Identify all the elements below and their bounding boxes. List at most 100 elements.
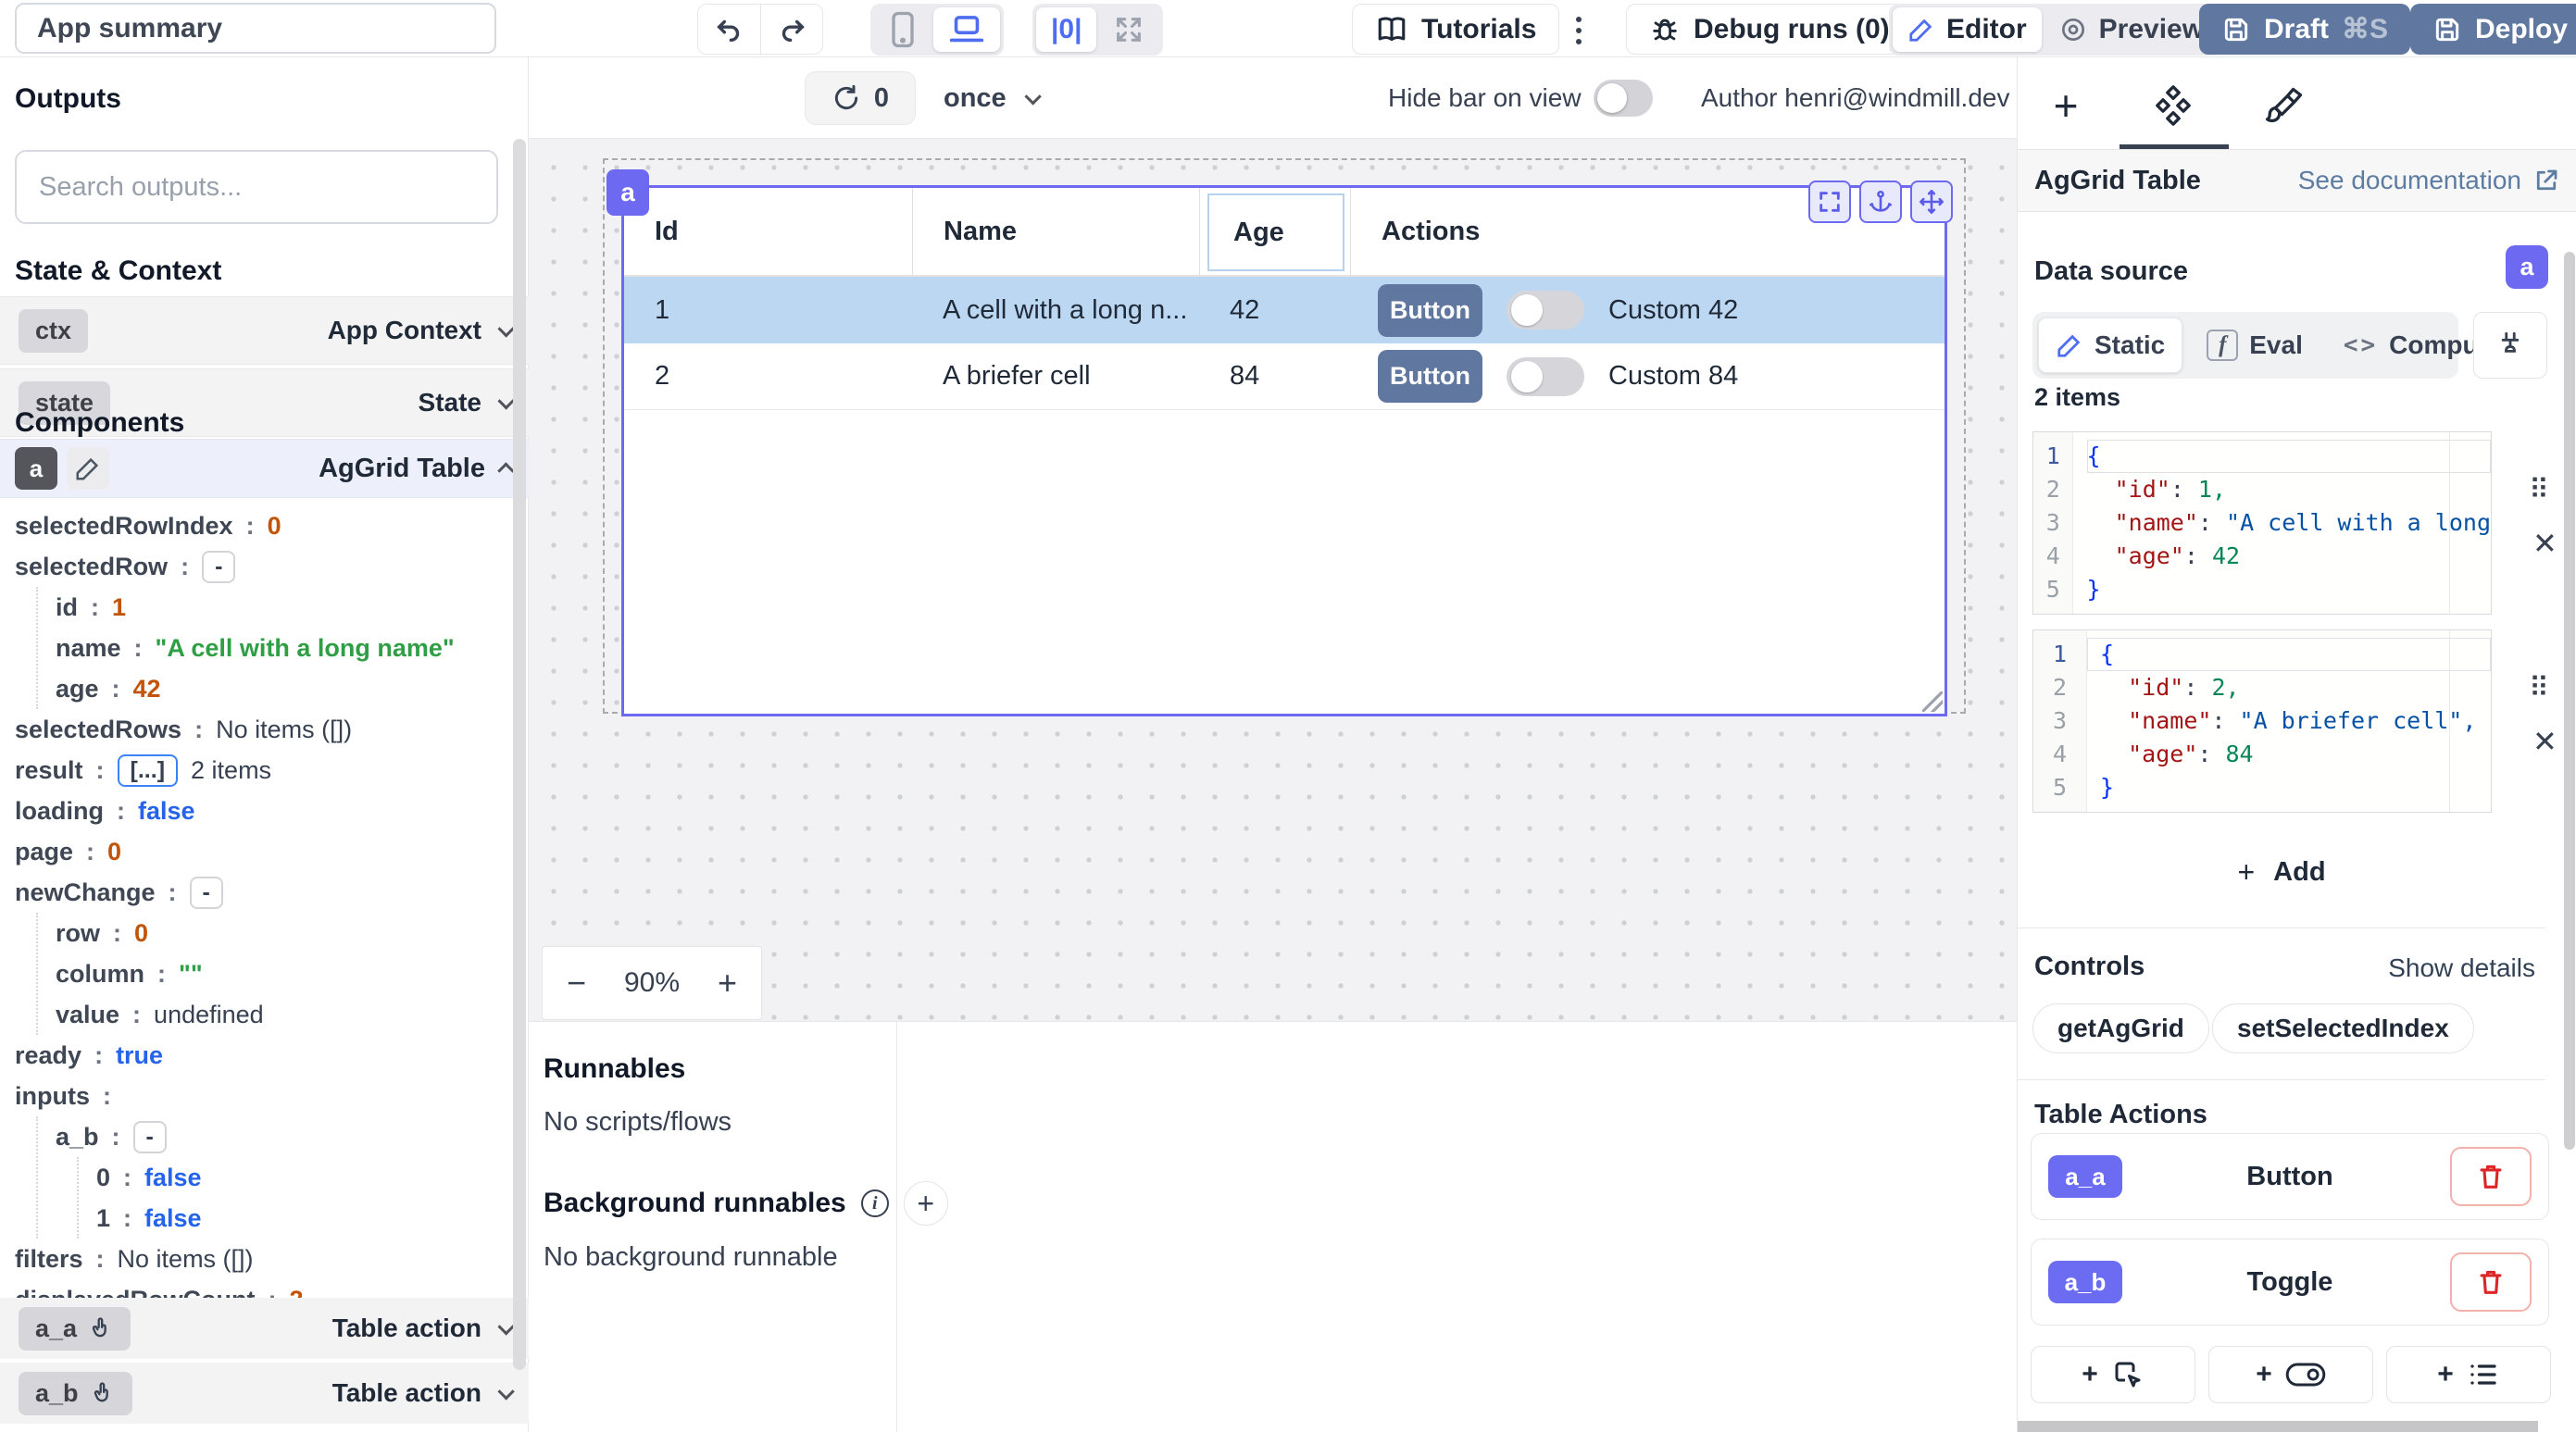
- data-source-mode-select: Static f Eval <> Compute: [2032, 312, 2458, 379]
- undo-button[interactable]: [697, 4, 760, 55]
- expand-value-box[interactable]: -: [133, 1121, 167, 1153]
- row-action-button[interactable]: Button: [1378, 350, 1482, 403]
- connect-data-source-button[interactable]: [2473, 312, 2547, 379]
- deploy-button[interactable]: Deploy: [2410, 4, 2576, 55]
- desktop-view-button[interactable]: [933, 7, 1000, 52]
- show-details-button[interactable]: Show details: [2388, 953, 2535, 983]
- schedule-value: once: [944, 83, 1007, 114]
- chevron-up-icon[interactable]: [497, 462, 514, 479]
- tree-row[interactable]: 1false: [0, 1198, 529, 1239]
- fullscreen-layout-button[interactable]: [1098, 7, 1159, 52]
- sidebar-scrollbar[interactable]: [513, 139, 526, 1370]
- expand-value-box[interactable]: -: [190, 877, 223, 909]
- vertical-scrollbar[interactable]: [2564, 252, 2575, 1150]
- canvas-grid[interactable]: a Id Name Actions Age 1 A: [529, 139, 2017, 1021]
- tree-row[interactable]: valueundefined: [0, 994, 529, 1035]
- mode-static[interactable]: Static: [2038, 318, 2182, 373]
- column-header[interactable]: Id: [624, 188, 912, 275]
- table-action-output-row[interactable]: a_a Table action: [0, 1298, 529, 1359]
- component-id-badge[interactable]: a: [15, 447, 57, 490]
- control-pill[interactable]: getAgGrid: [2032, 1003, 2209, 1053]
- row-toggle[interactable]: [1507, 291, 1584, 330]
- chevron-down-icon[interactable]: [497, 1383, 514, 1400]
- debug-runs-button[interactable]: Debug runs (0): [1626, 4, 1913, 55]
- horizontal-scrollbar[interactable]: [2018, 1421, 2538, 1432]
- delete-action-button[interactable]: [2450, 1147, 2532, 1206]
- editor-tab[interactable]: Editor: [1893, 7, 2042, 52]
- tree-row[interactable]: column"": [0, 953, 529, 994]
- close-icon[interactable]: ✕: [2532, 526, 2557, 561]
- tree-row[interactable]: row0: [0, 913, 529, 953]
- schedule-select[interactable]: once: [944, 71, 1037, 125]
- tree-row[interactable]: result[...]2 items: [0, 750, 529, 791]
- add-toggle-action-button[interactable]: [2208, 1346, 2373, 1403]
- info-icon[interactable]: i: [861, 1189, 889, 1217]
- add-item-button[interactable]: + Add: [2018, 850, 2545, 894]
- tab-component-settings[interactable]: [2151, 83, 2195, 128]
- add-button-action-button[interactable]: [2031, 1346, 2195, 1403]
- delete-action-button[interactable]: [2450, 1252, 2532, 1312]
- tutorials-button[interactable]: Tutorials: [1352, 4, 1559, 55]
- move-component-button[interactable]: [1910, 181, 1953, 223]
- ctx-row[interactable]: ctx App Context: [0, 296, 529, 365]
- search-outputs-input[interactable]: [15, 150, 498, 224]
- draft-button[interactable]: Draft ⌘S: [2199, 4, 2410, 55]
- selected-column-header[interactable]: Age: [1207, 193, 1344, 271]
- center-layout-button[interactable]: |0|: [1036, 7, 1096, 52]
- tab-styling[interactable]: [2262, 83, 2307, 128]
- resize-handle[interactable]: [1922, 691, 1943, 712]
- tree-row[interactable]: readytrue: [0, 1035, 529, 1076]
- add-select-action-button[interactable]: [2386, 1346, 2551, 1403]
- tree-row[interactable]: inputs: [0, 1076, 529, 1116]
- table-action-output-row[interactable]: a_b Table action: [0, 1363, 529, 1424]
- table-row[interactable]: 1 A cell with a long n... 42 Button Cust…: [624, 277, 1945, 343]
- app-summary-input[interactable]: [15, 3, 496, 54]
- tree-row[interactable]: a_b-: [0, 1116, 529, 1157]
- control-pill[interactable]: setSelectedIndex: [2212, 1003, 2474, 1053]
- rename-component-button[interactable]: [67, 447, 109, 490]
- tree-row[interactable]: id1: [0, 587, 529, 628]
- tree-row[interactable]: loadingfalse: [0, 791, 529, 831]
- tree-row[interactable]: selectedRowIndex0: [0, 505, 529, 546]
- tree-row[interactable]: newChange-: [0, 872, 529, 913]
- tree-row[interactable]: selectedRow-: [0, 546, 529, 587]
- drag-handle-icon[interactable]: ⠿: [2529, 474, 2547, 506]
- tab-insert-component[interactable]: +: [2044, 83, 2088, 128]
- expand-component-button[interactable]: [1808, 181, 1851, 223]
- refresh-button[interactable]: 0: [805, 71, 916, 125]
- tree-row[interactable]: filtersNo items ([]): [0, 1239, 529, 1279]
- table-action-card[interactable]: a_a Button: [2031, 1133, 2549, 1220]
- expand-value-box[interactable]: -: [202, 551, 235, 583]
- mode-eval[interactable]: f Eval: [2190, 318, 2320, 373]
- mobile-view-button[interactable]: [874, 7, 932, 52]
- redo-button[interactable]: [760, 4, 823, 55]
- section-divider: [2018, 1079, 2545, 1080]
- tree-row[interactable]: selectedRowsNo items ([]): [0, 709, 529, 750]
- json-editor[interactable]: 12345 { "id"1, "name""A cell with a long…: [2032, 431, 2492, 615]
- tree-row[interactable]: 0false: [0, 1157, 529, 1198]
- column-header[interactable]: Name: [912, 188, 1199, 275]
- zoom-in-button[interactable]: +: [718, 964, 737, 1002]
- see-documentation-link[interactable]: See documentation: [2298, 166, 2560, 195]
- preview-tab[interactable]: Preview: [2044, 7, 2219, 52]
- anchor-component-button[interactable]: [1859, 181, 1902, 223]
- drag-handle-icon[interactable]: ⠿: [2529, 672, 2547, 704]
- row-action-button[interactable]: Button: [1378, 284, 1482, 337]
- tree-row[interactable]: name"A cell with a long name": [0, 628, 529, 668]
- table-action-card[interactable]: a_b Toggle: [2031, 1239, 2549, 1326]
- expand-array-box[interactable]: [...]: [118, 754, 179, 787]
- component-badge[interactable]: a: [606, 169, 649, 216]
- add-background-runnable-button[interactable]: +: [904, 1181, 948, 1226]
- component-header-row[interactable]: a AgGrid Table: [0, 439, 529, 498]
- windmill-app-editor: |0| Tutorials Debug runs (0) Editor Prev…: [0, 0, 2576, 1432]
- close-icon[interactable]: ✕: [2532, 724, 2557, 759]
- json-editor[interactable]: 12345 { "id"2, "name""A briefer cell", "…: [2032, 629, 2492, 813]
- table-row[interactable]: 2 A briefer cell 84 Button Custom 84: [624, 343, 1945, 410]
- tree-row[interactable]: age42: [0, 668, 529, 709]
- aggrid-table-component[interactable]: Id Name Actions Age 1 A cell with a long…: [621, 185, 1947, 716]
- column-header[interactable]: Actions: [1350, 188, 1945, 275]
- tree-row[interactable]: page0: [0, 831, 529, 872]
- row-toggle[interactable]: [1507, 357, 1584, 396]
- zoom-out-button[interactable]: −: [567, 964, 586, 1002]
- hide-bar-toggle[interactable]: [1594, 80, 1653, 117]
